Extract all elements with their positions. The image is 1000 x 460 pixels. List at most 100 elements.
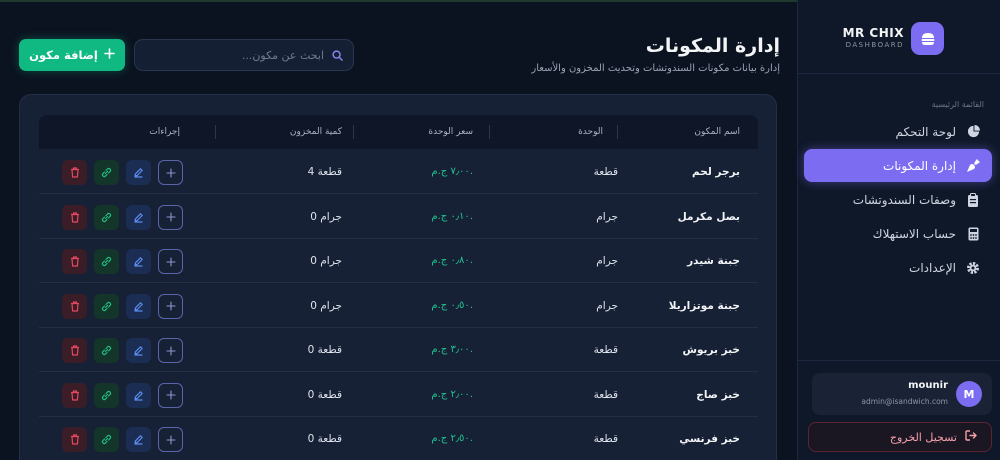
trash-icon <box>70 211 79 223</box>
delete-button[interactable] <box>62 338 87 363</box>
column-header-unit: الوحدة <box>578 127 603 137</box>
table-row: خبز بريوش قطعة ٣٫٠٠ ج.م. 0 قطعة <box>39 328 758 372</box>
table-row: خبز صاج قطعة ٢٫٠٠ ج.م. 0 قطعة <box>39 373 758 417</box>
row-actions <box>62 204 183 231</box>
ingredient-stock: 0 قطعة <box>307 433 342 445</box>
sidebar-footer: M mounir admin@isandwich.com تسجيل الخرو… <box>798 360 1000 452</box>
nav-caption: القائمة الرئيسية <box>931 100 984 109</box>
edit-button[interactable] <box>126 204 151 230</box>
sidebar-item-dashboard[interactable]: لوحة التحكم <box>804 115 992 148</box>
add-stock-button[interactable] <box>158 382 183 408</box>
delete-button[interactable] <box>62 293 87 319</box>
row-actions <box>62 293 183 320</box>
link-icon <box>101 390 112 400</box>
sidebar: MR CHIX DASHBOARD القائمة الرئيسية لوحة … <box>797 0 1000 460</box>
link-icon <box>101 167 112 178</box>
trash-icon <box>70 389 79 401</box>
edit-button[interactable] <box>126 160 151 185</box>
gear-icon <box>966 261 980 275</box>
add-stock-button[interactable] <box>158 293 183 319</box>
add-stock-button[interactable] <box>158 160 183 185</box>
column-separator <box>215 125 216 139</box>
sidebar-item-label: إدارة المكونات <box>883 158 956 173</box>
top-border <box>0 0 797 2</box>
ingredient-unit: قطعة <box>593 388 618 401</box>
link-button[interactable] <box>94 204 119 230</box>
delete-button[interactable] <box>62 249 87 274</box>
trash-icon <box>70 434 79 445</box>
ingredient-name: جبنة شيدر <box>687 255 740 267</box>
user-card[interactable]: M mounir admin@isandwich.com <box>812 373 992 415</box>
ingredient-unit: جرام <box>596 210 618 223</box>
row-actions <box>62 338 183 364</box>
add-ingredient-button[interactable]: إضافة مكون <box>19 39 125 71</box>
ingredient-stock: 0 قطعة <box>307 344 342 356</box>
table-row: بصل مكرمل جرام ٠٫١٠ ج.م. 0 جرام <box>39 195 758 239</box>
pencil-icon <box>134 257 143 267</box>
sidebar-item-settings[interactable]: الإعدادات <box>804 251 992 284</box>
link-icon <box>101 256 112 267</box>
edit-button[interactable] <box>126 427 151 452</box>
logout-label: تسجيل الخروج <box>889 430 957 444</box>
delete-button[interactable] <box>62 204 87 230</box>
search-box <box>134 39 354 71</box>
pencil-icon <box>134 390 143 401</box>
logout-button[interactable]: تسجيل الخروج <box>808 422 992 452</box>
plus-icon <box>165 301 176 311</box>
ingredient-stock: 4 قطعة <box>307 166 342 178</box>
link-button[interactable] <box>94 249 119 274</box>
column-header-stock: كمية المخزون <box>289 127 342 137</box>
pencil-icon <box>134 212 143 223</box>
search-input[interactable] <box>135 48 324 62</box>
column-header-actions: إجراءات <box>149 127 180 137</box>
link-icon <box>101 212 112 222</box>
row-actions <box>62 249 183 275</box>
search-icon <box>332 46 343 65</box>
add-stock-button[interactable] <box>158 427 183 452</box>
sidebar-item-recipes[interactable]: وصفات السندوتشات <box>804 183 992 216</box>
pencil-icon <box>134 168 143 178</box>
column-header-price: سعر الوحدة <box>428 127 473 137</box>
edit-button[interactable] <box>126 382 151 408</box>
add-stock-button[interactable] <box>158 249 183 274</box>
ingredient-unit: جرام <box>596 255 618 267</box>
edit-button[interactable] <box>126 338 151 363</box>
user-email: admin@isandwich.com <box>861 397 948 406</box>
link-button[interactable] <box>94 427 119 452</box>
sidebar-item-ingredients[interactable]: إدارة المكونات <box>804 149 992 182</box>
sidebar-item-label: حساب الاستهلاك <box>872 226 956 241</box>
ingredient-price: ٣٫٠٠ ج.م. <box>431 344 473 355</box>
add-stock-button[interactable] <box>158 338 183 363</box>
table-row: خبز فرنسي قطعة ٢٫٥٠ ج.م. 0 قطعة <box>39 417 758 460</box>
trash-icon <box>70 256 79 267</box>
link-button[interactable] <box>94 382 119 408</box>
brand-name: MR CHIX <box>842 26 904 40</box>
burger-logo-icon <box>911 22 944 55</box>
edit-button[interactable] <box>126 293 151 319</box>
trash-icon <box>70 300 79 312</box>
plus-icon <box>165 212 176 222</box>
link-button[interactable] <box>94 160 119 185</box>
delete-button[interactable] <box>62 382 87 408</box>
page-subtitle: إدارة بيانات مكونات السندوتشات وتحديث ال… <box>531 63 780 74</box>
column-separator <box>353 125 354 139</box>
link-button[interactable] <box>94 338 119 363</box>
edit-button[interactable] <box>126 249 151 274</box>
sidebar-item-consumption[interactable]: حساب الاستهلاك <box>804 217 992 250</box>
clipboard-icon <box>966 192 980 207</box>
row-actions <box>62 382 183 409</box>
ingredient-price: ٢٫٠٠ ج.م. <box>431 388 473 400</box>
add-stock-button[interactable] <box>158 204 183 230</box>
trash-icon <box>70 345 79 356</box>
delete-button[interactable] <box>62 160 87 185</box>
delete-button[interactable] <box>62 427 87 452</box>
pencil-icon <box>134 435 143 445</box>
logout-icon <box>965 430 977 444</box>
plus-icon <box>104 48 115 62</box>
ingredient-price: ٠٫٨٠ ج.م. <box>431 255 473 266</box>
link-button[interactable] <box>94 293 119 319</box>
table-row: برجر لحم قطعة ٧٫٠٠ ج.م. 4 قطعة <box>39 150 758 194</box>
ingredient-stock: 0 جرام <box>310 299 342 312</box>
ingredients-card: اسم المكون الوحدة سعر الوحدة كمية المخزو… <box>19 94 777 460</box>
link-icon <box>101 345 112 356</box>
